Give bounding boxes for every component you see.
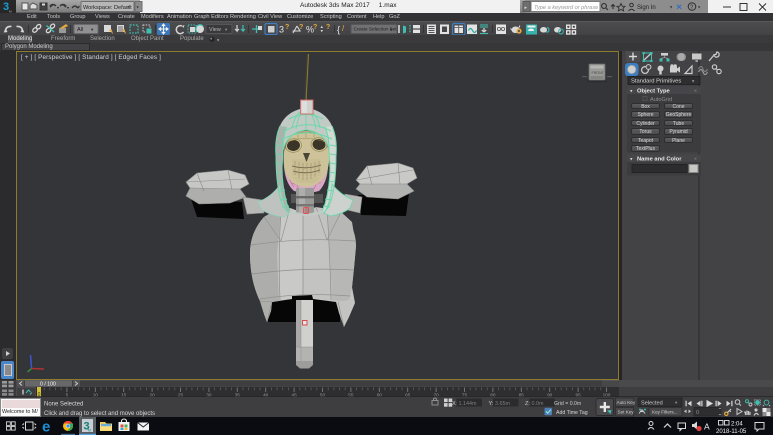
svg-text:×: × [694,157,697,163]
svg-text:3: 3 [279,25,284,35]
svg-text:Workspace: Default: Workspace: Default [83,5,132,11]
svg-text:✕: ✕ [676,3,682,12]
svg-text:View: View [209,27,221,33]
svg-text:×: × [694,89,697,95]
svg-text:0.0m: 0.0m [532,401,544,407]
svg-text:Auto Key: Auto Key [617,400,636,405]
svg-text:Standard Primitives: Standard Primitives [631,79,681,85]
svg-text:Selected: Selected [641,400,663,406]
svg-text:0: 0 [696,410,699,416]
svg-text:?: ? [299,24,303,31]
svg-text:Object Type: Object Type [637,89,671,95]
svg-text:/: / [342,24,345,33]
svg-text:2018-11-05: 2018-11-05 [716,429,747,435]
svg-text:▾: ▾ [217,38,220,43]
svg-text:A: A [704,422,710,432]
svg-text:?: ? [285,24,289,31]
svg-text:1.144m: 1.144m [459,401,477,407]
svg-text:?: ? [313,24,317,31]
svg-text:Set Key: Set Key [618,410,635,415]
svg-text:AutoGrid: AutoGrid [650,97,672,103]
svg-text:▾: ▾ [57,5,59,10]
svg-text:M: M [88,429,91,433]
svg-text:2:04: 2:04 [731,421,743,427]
svg-text:e: e [42,419,50,435]
svg-text:[ + ] [ Perspective ] [ Standa: [ + ] [ Perspective ] [ Standard ] [ Edg… [21,54,161,61]
svg-text:?: ? [326,24,330,31]
svg-text:Type a keyword or phrase: Type a keyword or phrase [534,5,598,11]
svg-text:Sign In: Sign In [637,5,656,11]
svg-text:None Selected: None Selected [44,402,83,408]
svg-text:All: All [77,27,83,33]
svg-text:FRONT: FRONT [592,71,605,75]
svg-text:Add Time Tag: Add Time Tag [556,410,588,416]
svg-text:3.65m: 3.65m [495,401,510,407]
svg-text:▾: ▾ [67,5,69,10]
svg-text:{: { [337,25,340,35]
svg-text:Name and Color: Name and Color [637,157,682,163]
svg-text:Grid = 0.0m: Grid = 0.0m [554,401,581,407]
svg-text:Key Filters...: Key Filters... [652,410,678,415]
